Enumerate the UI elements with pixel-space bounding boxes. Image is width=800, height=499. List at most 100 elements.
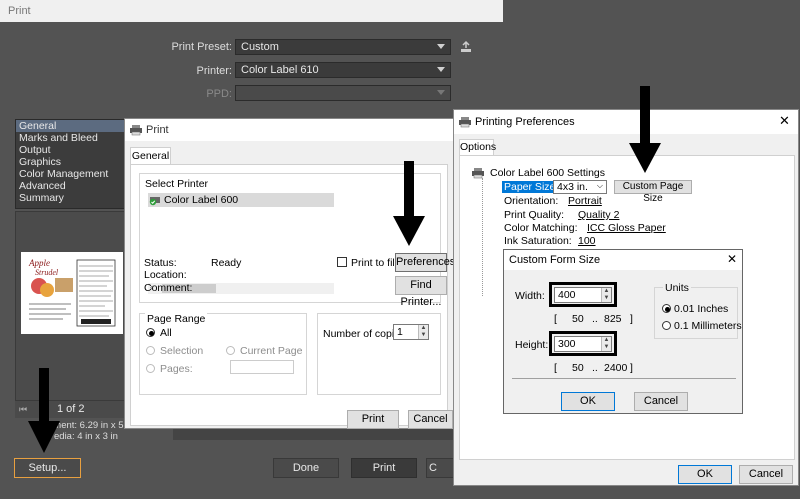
height-label: Height: bbox=[515, 339, 549, 351]
range-pages-label: Pages: bbox=[160, 363, 193, 375]
range-all-radio[interactable] bbox=[146, 328, 155, 337]
print-preview-panel: Apple Strudel bbox=[15, 211, 127, 401]
category-item-advanced[interactable]: Advanced bbox=[16, 180, 126, 192]
chevron-down-icon bbox=[437, 67, 445, 72]
printer-list-item[interactable]: Color Label 600 bbox=[148, 193, 334, 207]
media-size-text: edia: 4 in x 3 in bbox=[54, 431, 118, 442]
spin-up-icon[interactable]: ▲ bbox=[602, 337, 611, 344]
width-input[interactable]: 400 ▲ ▼ bbox=[554, 287, 612, 303]
done-button[interactable]: Done bbox=[273, 458, 339, 478]
range-current-page-label: Current Page bbox=[240, 345, 303, 357]
copies-spinner[interactable]: ▲ ▼ bbox=[418, 325, 428, 339]
print-preset-dropdown[interactable]: Custom bbox=[235, 39, 451, 55]
cancel-button[interactable]: Cancel bbox=[634, 392, 688, 411]
height-range-close: ] bbox=[630, 362, 633, 374]
title-bar: Printing Preferences ✕ bbox=[454, 110, 798, 134]
range-current-page-radio[interactable] bbox=[226, 346, 235, 355]
preferences-button[interactable]: Preferences bbox=[395, 253, 455, 272]
range-selection-radio[interactable] bbox=[146, 346, 155, 355]
height-range-sep: .. bbox=[592, 362, 598, 374]
chevron-down-icon bbox=[437, 90, 445, 95]
color-matching-label: Color Matching: bbox=[504, 222, 578, 234]
printer-ready-icon bbox=[149, 197, 160, 206]
printer-name: Color Label 600 bbox=[164, 194, 239, 206]
cancel-button[interactable]: Cancel bbox=[739, 465, 793, 484]
arrow-down-icon bbox=[393, 216, 425, 246]
width-spinner[interactable]: ▲ ▼ bbox=[601, 288, 611, 302]
copies-stepper[interactable]: 1 ▲ ▼ bbox=[393, 324, 429, 340]
print-quality-value[interactable]: Quality 2 bbox=[578, 209, 619, 221]
height-input[interactable]: 300 ▲ ▼ bbox=[554, 336, 612, 352]
arrow-down-icon bbox=[629, 143, 661, 173]
ppd-dropdown bbox=[235, 85, 451, 101]
dialog-title: Custom Form Size bbox=[509, 254, 601, 266]
first-page-icon[interactable]: ⏮ bbox=[19, 404, 27, 415]
ok-button[interactable]: OK bbox=[678, 465, 732, 484]
annotation-arrow-preferences bbox=[404, 161, 414, 217]
setup-button[interactable]: Setup... bbox=[14, 458, 81, 478]
printer-dropdown[interactable]: Color Label 610 bbox=[235, 62, 451, 78]
paper-size-dropdown[interactable]: 4x3 in. ⌵ bbox=[553, 180, 607, 194]
units-label: Units bbox=[663, 282, 691, 294]
tab-panel: Select Printer Color Label 600 ‹ Status:… bbox=[130, 164, 455, 426]
unit-mm-radio[interactable] bbox=[662, 321, 671, 330]
paper-size-label: Paper Size: bbox=[502, 181, 561, 193]
ink-saturation-value[interactable]: 100 bbox=[578, 235, 596, 247]
height-range-open: [ bbox=[554, 362, 557, 374]
color-matching-value[interactable]: ICC Gloss Paper bbox=[587, 222, 666, 234]
page-range-group: Page Range All Selection Current Page Pa… bbox=[139, 313, 307, 395]
category-item-output[interactable]: Output bbox=[16, 144, 126, 156]
close-icon[interactable]: ✕ bbox=[779, 113, 790, 129]
tree-line bbox=[482, 178, 483, 296]
find-printer-button[interactable]: Find Printer... bbox=[395, 276, 447, 308]
chevron-down-icon bbox=[437, 44, 445, 49]
unit-inches-radio[interactable] bbox=[662, 304, 671, 313]
page-navigator: ⏮ 1 of 2 bbox=[15, 401, 127, 418]
height-spinner[interactable]: ▲ ▼ bbox=[601, 337, 611, 351]
spin-up-icon[interactable]: ▲ bbox=[602, 288, 611, 295]
category-item-general[interactable]: General bbox=[16, 120, 126, 132]
print-preset-label: Print Preset: bbox=[171, 41, 232, 53]
width-range-open: [ bbox=[554, 313, 557, 325]
print-button[interactable]: Print bbox=[351, 458, 417, 478]
cancel-button[interactable]: Cancel bbox=[408, 410, 453, 429]
comment-label: Comment: bbox=[144, 282, 193, 294]
print-quality-label: Print Quality: bbox=[504, 209, 565, 221]
category-item-graphics[interactable]: Graphics bbox=[16, 156, 126, 168]
category-item-color-management[interactable]: Color Management bbox=[16, 168, 126, 180]
width-label: Width: bbox=[515, 290, 545, 302]
preview-footer-bar bbox=[173, 428, 453, 440]
tab-options[interactable]: Options bbox=[459, 139, 496, 156]
label-artwork-thumbnail: Apple Strudel bbox=[28, 258, 116, 327]
ok-button[interactable]: OK bbox=[561, 392, 615, 411]
custom-page-size-button[interactable]: Custom Page Size bbox=[614, 180, 692, 204]
unit-inches-label: 0.01 Inches bbox=[674, 303, 729, 315]
svg-text:Strudel: Strudel bbox=[35, 268, 59, 277]
close-icon[interactable]: ✕ bbox=[727, 252, 737, 266]
printer-icon bbox=[130, 125, 142, 136]
arrow-down-icon bbox=[28, 421, 60, 453]
custom-form-size-dialog: Custom Form Size ✕ Width: 400 ▲ ▼ [ 50 ..… bbox=[503, 249, 743, 414]
cancel-button[interactable]: C bbox=[426, 458, 456, 478]
category-item-summary[interactable]: Summary bbox=[16, 192, 126, 204]
title-bar: Custom Form Size ✕ bbox=[504, 250, 742, 270]
orientation-value[interactable]: Portrait bbox=[568, 195, 602, 207]
status-label: Status: bbox=[144, 257, 177, 269]
range-pages-radio[interactable] bbox=[146, 364, 155, 373]
range-selection-label: Selection bbox=[160, 345, 204, 357]
width-range-min: 50 bbox=[572, 313, 584, 325]
spin-down-icon[interactable]: ▼ bbox=[602, 295, 611, 302]
spin-up-icon[interactable]: ▲ bbox=[419, 325, 428, 332]
category-list: General Marks and Bleed Output Graphics … bbox=[15, 119, 127, 209]
dialog-title: Print bbox=[0, 0, 503, 22]
pages-input[interactable] bbox=[230, 360, 294, 374]
category-item-marks-and-bleed[interactable]: Marks and Bleed bbox=[16, 132, 126, 144]
tab-general[interactable]: General bbox=[130, 147, 171, 165]
save-preset-icon[interactable] bbox=[459, 40, 473, 54]
spin-down-icon[interactable]: ▼ bbox=[419, 332, 428, 339]
spin-down-icon[interactable]: ▼ bbox=[602, 344, 611, 351]
height-range-min: 50 bbox=[572, 362, 584, 374]
page-count: 1 of 2 bbox=[57, 403, 85, 415]
print-button[interactable]: Print bbox=[347, 410, 399, 429]
print-to-file-checkbox[interactable] bbox=[337, 257, 347, 267]
